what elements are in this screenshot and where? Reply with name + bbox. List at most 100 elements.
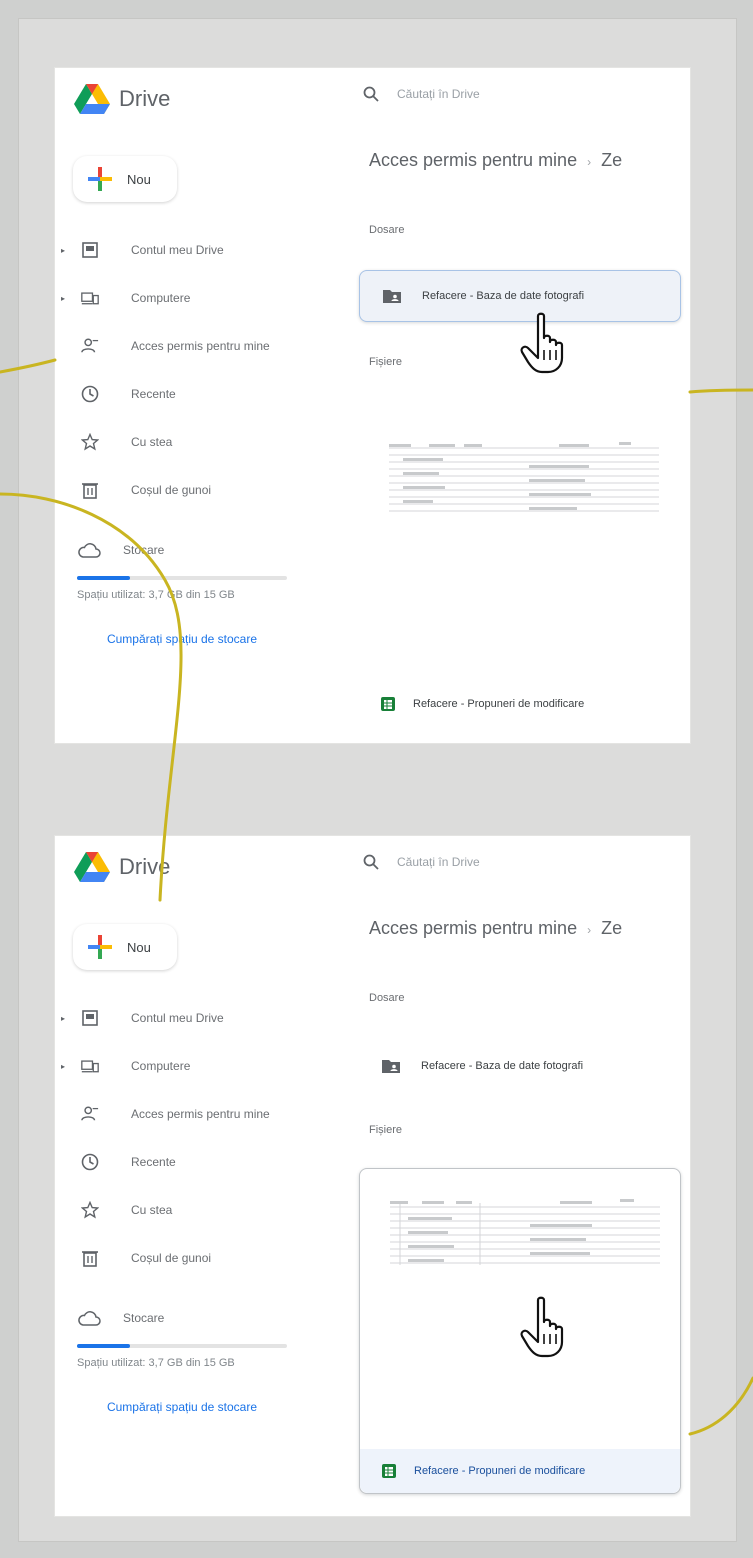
breadcrumb-next: Ze — [601, 918, 623, 938]
app-name: Drive — [119, 86, 171, 111]
folder-name: Refacere - Baza de date fotografi — [421, 1060, 584, 1072]
search-placeholder: Căutați în Drive — [397, 855, 480, 869]
drive-window-step-2: Drive Nou ▸ Contul meu Drive ▸ Computere… — [55, 836, 690, 1516]
sidebar-item-shared-with-me[interactable]: Acces permis pentru mine — [55, 322, 345, 370]
folders-section-label: Dosare — [369, 224, 405, 236]
sidebar-item-storage[interactable]: Stocare — [77, 1304, 317, 1332]
sidebar-item-label: Contul meu Drive — [131, 243, 224, 257]
file-card-footer: Refacere - Propuneri de modificare — [359, 682, 681, 726]
search-icon — [363, 86, 379, 102]
sidebar-item-recent[interactable]: Recente — [55, 370, 345, 418]
starred-icon — [81, 1201, 99, 1219]
page-title-text: Acces permis pentru mine — [369, 150, 578, 170]
sheets-icon — [381, 697, 395, 711]
file-name: Refacere - Propuneri de modificare — [414, 1465, 586, 1477]
buy-storage-link[interactable]: Cumpărați spațiu de stocare — [77, 1399, 287, 1416]
storage-progress-fill — [77, 576, 130, 580]
file-thumbnail — [390, 1199, 660, 1265]
drive-logo[interactable]: Drive — [73, 850, 170, 884]
hand-cursor-icon — [520, 1296, 564, 1358]
storage-usage-text: Spațiu utilizat: 3,7 GB din 15 GB — [77, 589, 235, 601]
sidebar-item-trash[interactable]: Coșul de gunoi — [55, 466, 345, 514]
plus-icon — [88, 167, 112, 191]
storage-usage-text: Spațiu utilizat: 3,7 GB din 15 GB — [77, 1357, 235, 1369]
file-thumbnail — [389, 442, 659, 512]
cloud-icon — [78, 1311, 101, 1326]
storage-label: Stocare — [123, 1311, 165, 1325]
main-content: Căutați în Drive Acces permis pentru min… — [345, 68, 690, 743]
search-bar[interactable]: Căutați în Drive — [363, 86, 480, 102]
expand-caret-icon[interactable]: ▸ — [61, 1062, 65, 1071]
sidebar-item-shared-with-me[interactable]: Acces permis pentru mine — [55, 1090, 345, 1138]
sheets-icon — [382, 1464, 396, 1478]
drive-window-step-1: Drive Nou ▸ Contul meu Drive ▸ Computere… — [55, 68, 690, 743]
sidebar-item-my-drive[interactable]: ▸ Contul meu Drive — [55, 994, 345, 1042]
sidebar-item-label: Computere — [131, 1059, 191, 1073]
drive-logo-icon — [74, 852, 110, 882]
trash-icon — [81, 1249, 99, 1267]
my-drive-icon — [81, 241, 99, 259]
folders-section-label: Dosare — [369, 992, 405, 1004]
sidebar-item-recent[interactable]: Recente — [55, 1138, 345, 1186]
sidebar-item-label: Cu stea — [131, 435, 173, 449]
file-card-footer: Refacere - Propuneri de modificare — [360, 1449, 680, 1493]
sidebar-item-starred[interactable]: Cu stea — [55, 1186, 345, 1234]
folder-card[interactable]: Refacere - Baza de date fotografi — [359, 1040, 681, 1092]
my-drive-icon — [81, 1009, 99, 1027]
sidebar-item-trash[interactable]: Coșul de gunoi — [55, 1234, 345, 1282]
sidebar-nav: ▸ Contul meu Drive ▸ Computere Acces per… — [55, 226, 345, 514]
sidebar-item-storage[interactable]: Stocare — [77, 536, 317, 564]
plus-icon — [88, 935, 112, 959]
sidebar-item-my-drive[interactable]: ▸ Contul meu Drive — [55, 226, 345, 274]
sidebar-item-computers[interactable]: ▸ Computere — [55, 274, 345, 322]
folder-shared-icon — [382, 1060, 400, 1073]
app-name: Drive — [119, 854, 171, 879]
new-button[interactable]: Nou — [73, 156, 177, 202]
sidebar: Drive Nou ▸ Contul meu Drive ▸ Computere… — [55, 836, 345, 1516]
shared-with-me-icon — [81, 337, 99, 355]
recent-icon — [81, 385, 99, 403]
sidebar: Drive Nou ▸ Contul meu Drive ▸ Computere… — [55, 68, 345, 743]
storage-section: Stocare Spațiu utilizat: 3,7 GB din 15 G… — [77, 536, 317, 648]
trash-icon — [81, 481, 99, 499]
storage-label: Stocare — [123, 543, 165, 557]
page-title: Acces permis pentru mine › Ze — [369, 918, 622, 939]
sidebar-item-label: Acces permis pentru mine — [131, 339, 270, 353]
shared-with-me-icon — [81, 1105, 99, 1123]
new-button-label: Nou — [127, 171, 151, 187]
storage-progress-bar — [77, 1344, 287, 1348]
sidebar-item-starred[interactable]: Cu stea — [55, 418, 345, 466]
sidebar-item-label: Recente — [131, 387, 176, 401]
starred-icon — [81, 433, 99, 451]
sidebar-item-label: Cu stea — [131, 1203, 173, 1217]
drive-logo[interactable]: Drive — [73, 82, 170, 116]
sidebar-item-label: Computere — [131, 291, 191, 305]
expand-caret-icon[interactable]: ▸ — [61, 1014, 65, 1023]
breadcrumb-next: Ze — [601, 150, 623, 170]
sidebar-item-label: Coșul de gunoi — [131, 1251, 212, 1265]
storage-progress-bar — [77, 576, 287, 580]
sidebar-nav: ▸ Contul meu Drive ▸ Computere Acces per… — [55, 994, 345, 1282]
folder-name: Refacere - Baza de date fotografi — [422, 290, 585, 302]
search-bar[interactable]: Căutați în Drive — [363, 854, 480, 870]
computers-icon — [81, 1057, 99, 1075]
sidebar-item-label: Recente — [131, 1155, 176, 1169]
sidebar-item-computers[interactable]: ▸ Computere — [55, 1042, 345, 1090]
cloud-icon — [78, 543, 101, 558]
expand-caret-icon[interactable]: ▸ — [61, 294, 65, 303]
file-card[interactable]: Refacere - Propuneri de modificare — [359, 388, 681, 726]
files-section-label: Fișiere — [369, 1124, 403, 1136]
sidebar-item-label: Coșul de gunoi — [131, 483, 212, 497]
new-button[interactable]: Nou — [73, 924, 177, 970]
hand-cursor-icon — [520, 312, 564, 374]
page-title-text: Acces permis pentru mine — [369, 918, 578, 938]
breadcrumb-separator: › — [587, 155, 592, 169]
sidebar-item-label: Contul meu Drive — [131, 1011, 224, 1025]
new-button-label: Nou — [127, 939, 151, 955]
page-title: Acces permis pentru mine › Ze — [369, 150, 622, 171]
buy-storage-link[interactable]: Cumpărați spațiu de stocare — [77, 631, 287, 648]
expand-caret-icon[interactable]: ▸ — [61, 246, 65, 255]
main-content: Căutați în Drive Acces permis pentru min… — [345, 836, 690, 1516]
folder-shared-icon — [383, 290, 401, 303]
recent-icon — [81, 1153, 99, 1171]
